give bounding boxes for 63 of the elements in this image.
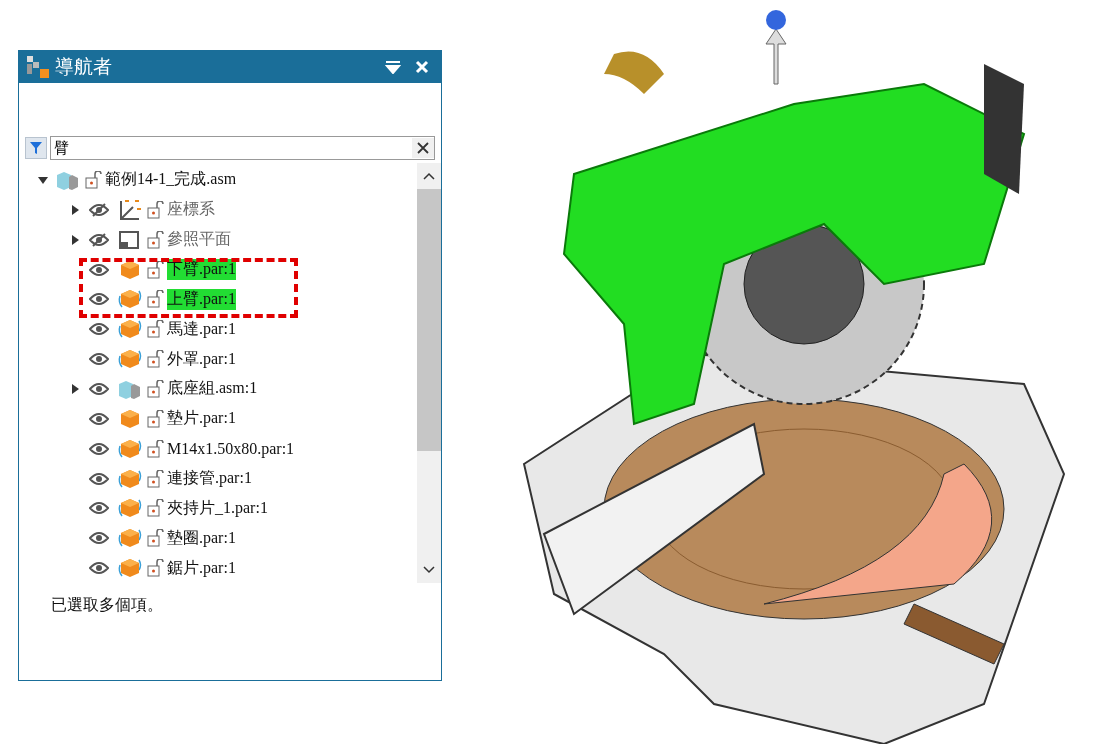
unlocked-padlock-icon[interactable] [147,499,164,518]
crossed-eye-icon[interactable] [89,232,109,247]
linked-cube-icon [117,497,143,520]
unlocked-padlock-icon[interactable] [147,529,164,548]
tree-item-label[interactable]: 底座組.asm:1 [167,378,258,400]
tree-item-label[interactable]: 外罩.par:1 [167,348,236,370]
tree-item-label[interactable]: 連接管.par:1 [167,468,252,489]
panel-title: 導航者 [55,54,113,79]
unlocked-padlock-icon[interactable] [147,559,164,578]
navigator-logo-icon [27,56,49,78]
search-field[interactable]: 臂 [50,136,435,160]
unlocked-padlock-icon[interactable] [147,290,164,309]
eye-icon[interactable] [89,292,109,307]
eye-icon[interactable] [89,561,109,576]
scrollbar[interactable] [417,163,441,583]
tree-item-label[interactable]: 範例14-1_完成.asm [105,169,237,191]
unlocked-padlock-icon[interactable] [85,170,102,189]
tree-item-label[interactable]: M14x1.50x80.par:1 [167,439,295,458]
tree-item-label[interactable]: 座標系 [167,199,215,221]
eye-icon[interactable] [89,471,109,486]
eye-icon[interactable] [89,381,109,396]
linked-cube-icon [117,288,143,311]
eye-icon[interactable] [89,262,109,277]
unlocked-padlock-icon[interactable] [147,320,164,339]
unlocked-padlock-icon[interactable] [147,469,164,488]
status-text: 已選取多個項。 [51,595,164,616]
unlocked-padlock-icon[interactable] [147,200,164,219]
eye-icon[interactable] [89,352,109,367]
linked-cube-icon [117,557,143,580]
eye-icon[interactable] [89,501,109,516]
unlocked-padlock-icon[interactable] [147,439,164,458]
eye-icon[interactable] [89,411,109,426]
eye-icon[interactable] [89,322,109,337]
collapsed-arrow-icon[interactable] [70,234,80,245]
tree-item-label[interactable]: 馬達.par:1 [167,318,236,340]
crossed-eye-icon[interactable] [89,202,109,217]
linked-cube-icon [117,467,143,490]
tree-item-label[interactable]: 墊圈.par:1 [167,527,236,549]
expanded-arrow-icon[interactable] [38,174,48,185]
tree-item-label[interactable]: 鋸片.par:1 [167,557,236,579]
coordinate-axes-icon [117,198,143,221]
tree-item-label[interactable]: 上臂.par:1 [167,288,236,310]
unlocked-padlock-icon[interactable] [147,230,164,249]
collapsed-arrow-icon[interactable] [70,204,80,215]
linked-cube-icon [117,348,143,371]
scroll-up-icon[interactable] [423,172,435,180]
tree-item-label[interactable]: 夾持片_1.par:1 [167,497,268,519]
tree-item-label[interactable]: 參照平面 [167,229,231,251]
tree-item-label[interactable]: 墊片.par:1 [167,408,236,430]
unlocked-padlock-icon[interactable] [147,260,164,279]
scrollbar-thumb[interactable] [417,189,441,451]
clear-button[interactable] [412,138,434,158]
linked-cube-icon [117,437,143,460]
unlocked-padlock-icon[interactable] [147,409,164,428]
scroll-down-icon[interactable] [423,566,435,574]
unlocked-padlock-icon[interactable] [147,350,164,369]
linked-cube-icon [117,318,143,341]
collapsed-arrow-icon[interactable] [70,383,80,394]
eye-icon[interactable] [89,441,109,456]
close-icon[interactable] [417,142,429,154]
unlocked-padlock-icon[interactable] [147,379,164,398]
linked-cube-icon [117,527,143,550]
eye-icon[interactable] [89,531,109,546]
